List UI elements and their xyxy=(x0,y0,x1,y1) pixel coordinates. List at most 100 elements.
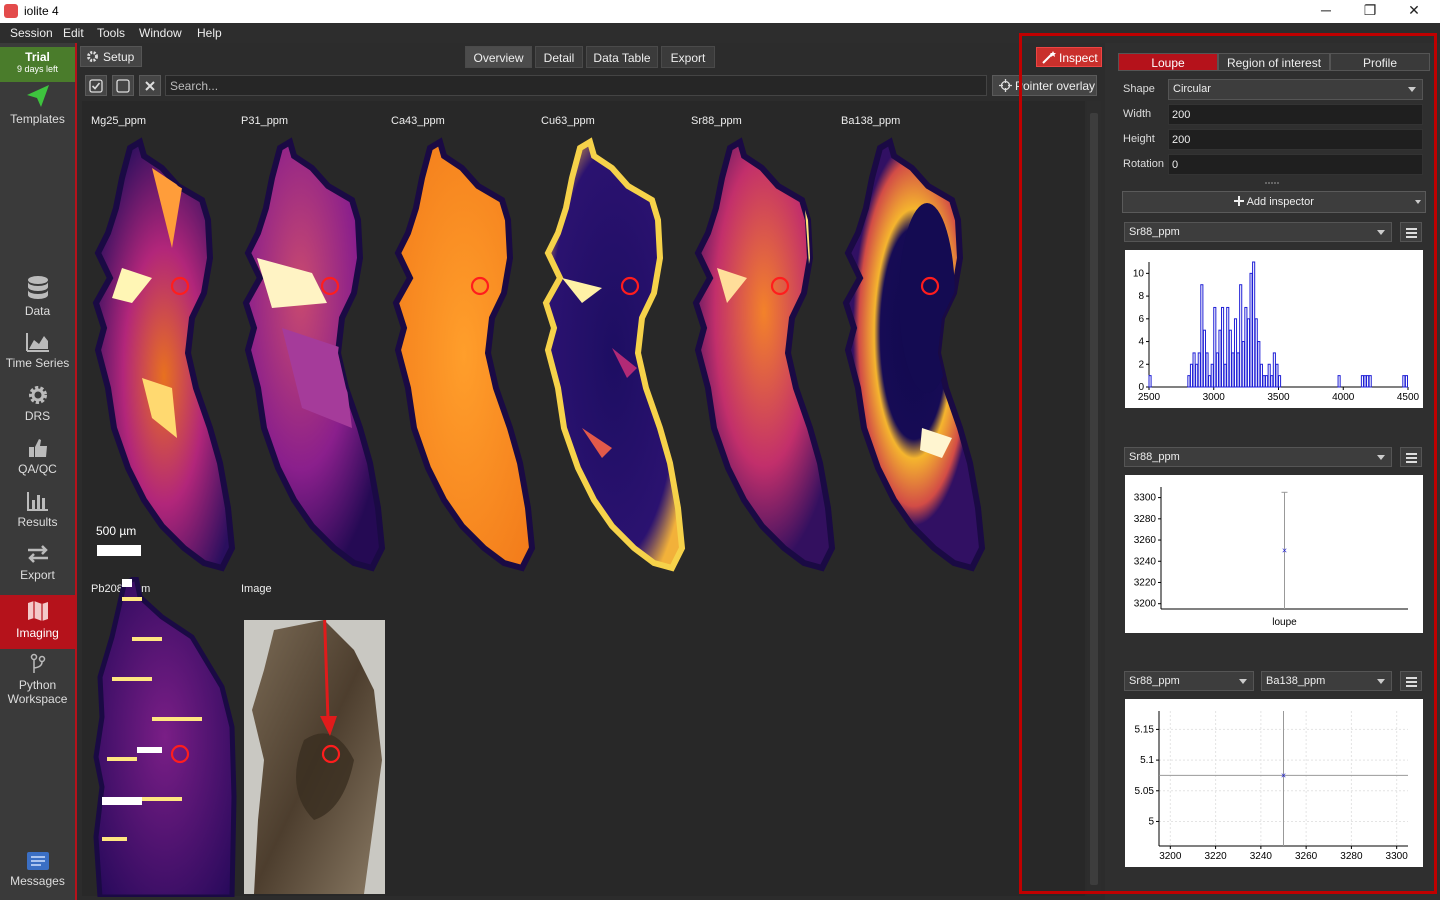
nav-python-workspace[interactable]: Python Workspace xyxy=(0,653,75,709)
gear-icon xyxy=(28,386,47,404)
map-label-ca43: Ca43_ppm xyxy=(391,115,445,127)
nav-time-series[interactable]: Time Series xyxy=(0,331,75,381)
height-input[interactable]: 200 xyxy=(1168,129,1423,150)
map-label-mg25: Mg25_ppm xyxy=(91,115,147,127)
inspector3-menu-button[interactable] xyxy=(1400,671,1422,691)
tab-export[interactable]: Export xyxy=(661,46,715,68)
histogram-bar xyxy=(1223,363,1227,388)
nav-export[interactable]: Export xyxy=(0,543,75,593)
height-label: Height xyxy=(1123,133,1155,145)
nav-drs[interactable]: DRS xyxy=(0,384,75,434)
map-ba138[interactable] xyxy=(842,128,987,573)
map-pb208[interactable] xyxy=(92,577,237,897)
minimize-button[interactable]: ─ xyxy=(1306,2,1346,20)
y-tick-label: 5.15 xyxy=(1135,724,1155,735)
nav-templates[interactable]: Templates xyxy=(0,83,75,131)
menu-session[interactable]: Session xyxy=(10,26,53,40)
close-button[interactable]: ✕ xyxy=(1394,2,1434,20)
map-mg25[interactable] xyxy=(92,128,237,573)
nav-results[interactable]: Results xyxy=(0,490,75,540)
clear-button[interactable] xyxy=(139,75,161,96)
check-all-button[interactable] xyxy=(85,75,107,96)
reflected-light-image[interactable] xyxy=(244,620,385,894)
tab-data-table[interactable]: Data Table xyxy=(586,46,658,68)
inspector1-menu-button[interactable] xyxy=(1400,222,1422,242)
thumbs-up-icon xyxy=(28,439,47,457)
search-input[interactable]: Search... xyxy=(165,75,987,96)
width-row: Width 200 xyxy=(1118,104,1424,126)
x-tick-label: 3220 xyxy=(1204,851,1227,862)
map-ca43[interactable] xyxy=(392,128,537,573)
menu-window[interactable]: Window xyxy=(139,26,182,40)
close-icon xyxy=(145,81,155,91)
database-icon xyxy=(27,276,48,299)
tab-profile[interactable]: Profile xyxy=(1330,53,1430,71)
shape-select[interactable]: Circular xyxy=(1168,79,1423,100)
nav-data-label: Data xyxy=(24,304,51,318)
width-input[interactable]: 200 xyxy=(1168,104,1423,125)
checkbox-empty-icon xyxy=(116,79,130,93)
histogram-bar xyxy=(1337,375,1341,388)
inspector2-channel-select[interactable]: Sr88_ppm xyxy=(1124,447,1392,467)
nav-templates-label: Templates xyxy=(10,112,65,126)
inspector3-x-channel-select[interactable]: Sr88_ppm xyxy=(1124,671,1254,691)
inspector2-menu-button[interactable] xyxy=(1400,447,1422,467)
nav-qaqc[interactable]: QA/QC xyxy=(0,437,75,487)
histogram-bar xyxy=(1265,375,1269,388)
scrollbar-thumb[interactable] xyxy=(1090,113,1098,885)
add-inspector-button[interactable]: Add inspector xyxy=(1122,191,1426,213)
inspector3-y-channel-select[interactable]: Ba138_ppm xyxy=(1261,671,1392,691)
histogram-bar xyxy=(1259,363,1263,388)
uncheck-all-button[interactable] xyxy=(112,75,134,96)
restore-button[interactable]: ❐ xyxy=(1350,2,1390,20)
channel-scatter-chart[interactable]: 5 5.05 5.1 5.15 3200 3220 3240 3260 3280 3300 × xyxy=(1125,699,1423,867)
map-p31[interactable] xyxy=(242,128,387,573)
tab-region-of-interest[interactable]: Region of interest xyxy=(1218,53,1330,71)
splitter-handle[interactable] xyxy=(1118,180,1424,186)
rotation-input[interactable]: 0 xyxy=(1168,154,1423,175)
trial-days: 9 days left xyxy=(16,64,59,74)
canvas-scrollbar[interactable] xyxy=(1087,101,1101,896)
histogram-bar xyxy=(1187,375,1191,388)
menu-edit[interactable]: Edit xyxy=(63,26,84,40)
loupe-value-chart[interactable]: 3200 3220 3240 3260 3280 3300 × loupe xyxy=(1125,475,1423,633)
nav-data[interactable]: Data xyxy=(0,275,75,325)
inspect-button[interactable]: Inspect xyxy=(1036,47,1102,67)
menu-tools[interactable]: Tools xyxy=(97,26,125,40)
nav-messages[interactable]: Messages xyxy=(0,851,75,899)
gear-icon xyxy=(87,51,98,62)
send-icon xyxy=(26,85,49,107)
map-label-sr88: Sr88_ppm xyxy=(691,115,742,127)
histogram-bar xyxy=(1272,352,1276,388)
trial-badge[interactable]: Trial 9 days left xyxy=(0,47,75,82)
menu-help[interactable]: Help xyxy=(197,26,222,40)
chevron-down-icon xyxy=(1377,230,1385,235)
histogram-bar xyxy=(1246,318,1251,388)
nav-results-label: Results xyxy=(17,515,58,529)
map-label-cu63: Cu63_ppm xyxy=(541,115,595,127)
tab-loupe[interactable]: Loupe xyxy=(1118,53,1218,71)
map-cu63[interactable] xyxy=(542,128,687,573)
bar-chart-icon xyxy=(26,492,48,511)
inspector3-x-channel-value: Sr88_ppm xyxy=(1129,675,1180,687)
inspector1-channel-select[interactable]: Sr88_ppm xyxy=(1124,222,1392,242)
inspector1-channel-value: Sr88_ppm xyxy=(1129,226,1180,238)
tab-overview[interactable]: Overview xyxy=(465,46,532,68)
tab-detail[interactable]: Detail xyxy=(535,46,583,68)
scale-bar-label: 500 µm xyxy=(96,524,137,538)
histogram-bar xyxy=(1189,363,1194,388)
nav-export-label: Export xyxy=(20,568,55,582)
x-tick-label: 3200 xyxy=(1159,851,1182,862)
data-point: × xyxy=(1281,770,1286,780)
map-sr88[interactable] xyxy=(692,128,837,573)
histogram-bar xyxy=(1218,329,1222,388)
rotation-row: Rotation 0 xyxy=(1118,154,1424,176)
setup-button[interactable]: Setup xyxy=(80,46,142,67)
histogram-bar xyxy=(1221,306,1225,388)
histogram-bar xyxy=(1215,352,1219,388)
histogram-chart[interactable]: 02468102500 3000 3500 4000 4500 xyxy=(1125,250,1423,408)
pointer-overlay-button[interactable]: Pointer overlay xyxy=(992,75,1097,96)
histogram-bar xyxy=(1210,363,1214,388)
y-tick-label: 3240 xyxy=(1134,556,1157,567)
nav-imaging[interactable]: Imaging xyxy=(0,595,75,649)
